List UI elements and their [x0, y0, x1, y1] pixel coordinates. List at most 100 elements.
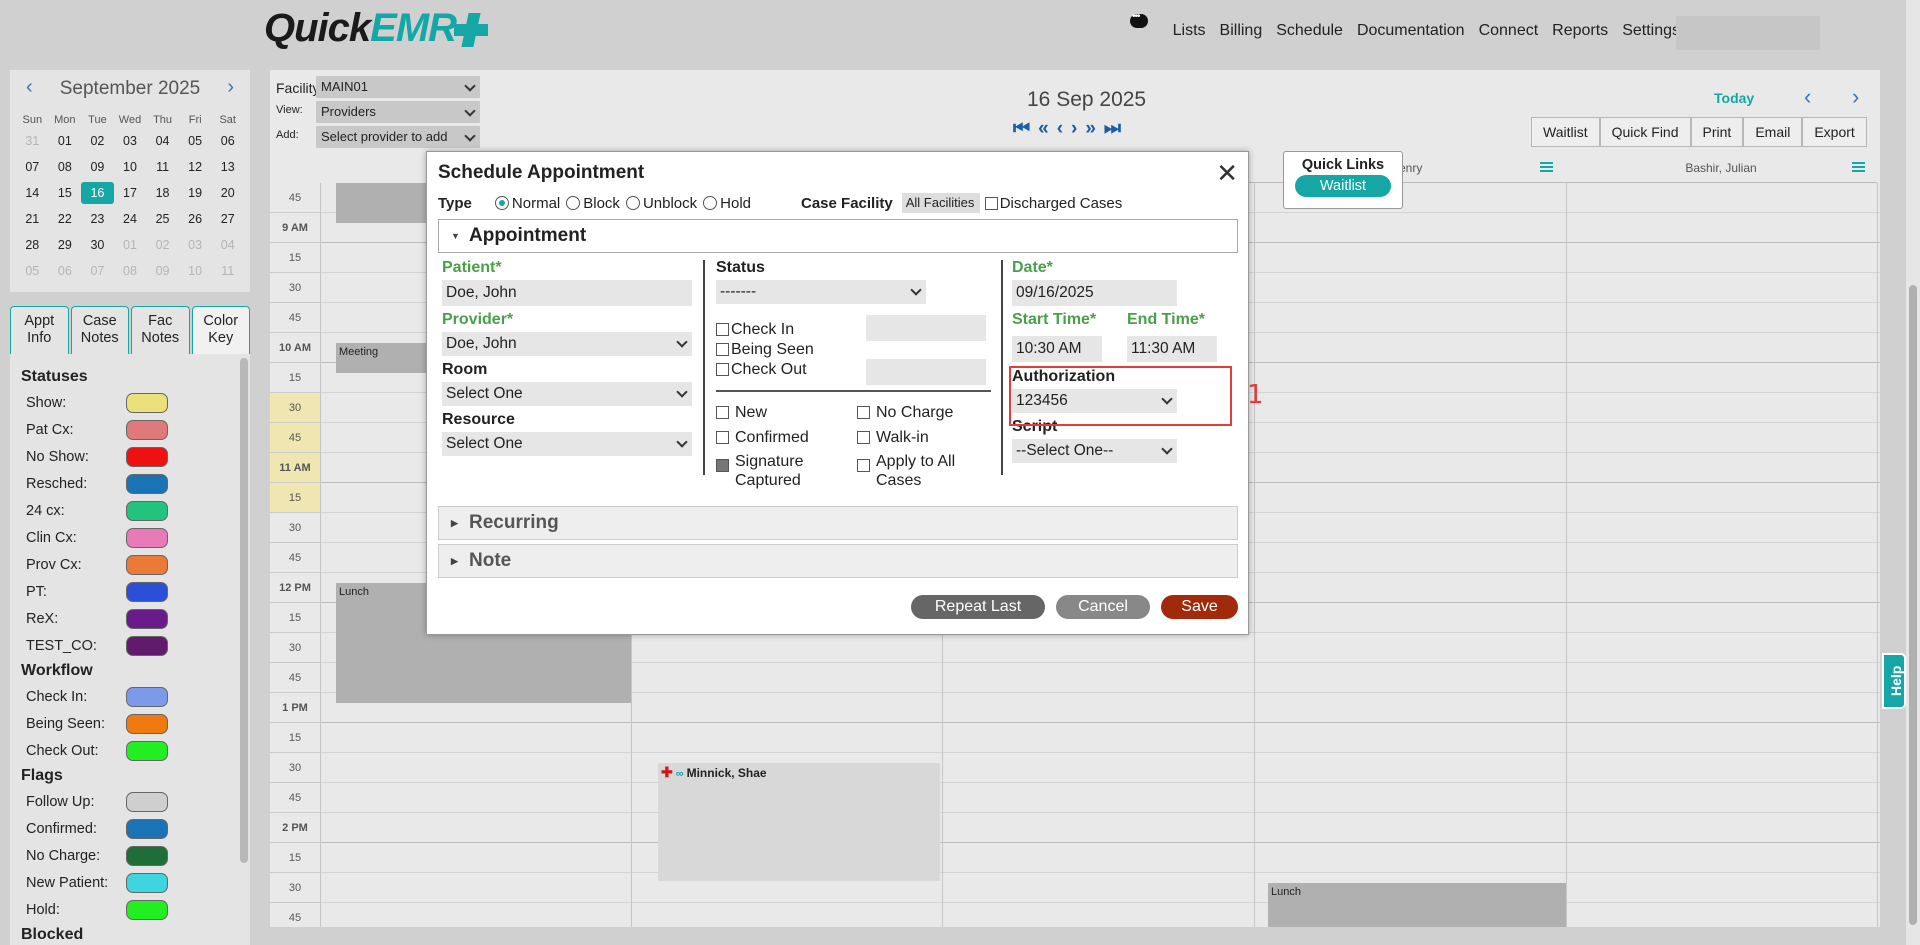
calendar-day[interactable]: 02: [146, 234, 179, 256]
calendar-day[interactable]: 05: [179, 130, 212, 152]
status-select[interactable]: -------: [716, 280, 926, 304]
color-swatch[interactable]: [126, 447, 168, 467]
resource-select[interactable]: Select One: [442, 432, 692, 456]
calendar-day[interactable]: 01: [114, 234, 147, 256]
calendar-day[interactable]: 11: [146, 156, 179, 178]
calendar-day[interactable]: 20: [211, 182, 244, 204]
lunch-block[interactable]: Lunch: [1268, 883, 1566, 927]
case-facility-select[interactable]: All Facilities: [901, 193, 980, 213]
calendar-day[interactable]: 06: [211, 130, 244, 152]
calendar-day[interactable]: 09: [146, 260, 179, 282]
color-swatch[interactable]: [126, 741, 168, 761]
back-icon[interactable]: ‹: [1057, 118, 1071, 139]
fast-back-icon[interactable]: «: [1038, 118, 1057, 139]
nav-item[interactable]: Documentation: [1357, 22, 1465, 40]
apply-to-all-cases-checkbox[interactable]: Apply to All Cases: [857, 452, 955, 490]
user-menu[interactable]: [1676, 16, 1820, 50]
provider-select[interactable]: Doe, John: [442, 332, 692, 356]
patient-input[interactable]: Doe, John: [442, 280, 692, 306]
room-select[interactable]: Select One: [442, 382, 692, 406]
nav-item[interactable]: Reports: [1552, 22, 1608, 40]
calendar-day[interactable]: 22: [49, 208, 82, 230]
color-swatch[interactable]: [126, 420, 168, 440]
type-radio-normal[interactable]: Normal: [494, 195, 560, 212]
calendar-day[interactable]: 10: [114, 156, 147, 178]
color-swatch[interactable]: [126, 474, 168, 494]
nav-item[interactable]: Connect: [1479, 22, 1539, 40]
calendar-day[interactable]: 25: [146, 208, 179, 230]
chat-icon[interactable]: [1130, 11, 1148, 28]
color-swatch[interactable]: [126, 792, 168, 812]
type-radio-block[interactable]: Block: [566, 195, 620, 212]
check-in-time-field[interactable]: [866, 315, 986, 341]
calendar-day[interactable]: 16: [81, 182, 114, 204]
color-swatch[interactable]: [126, 900, 168, 920]
toolbar-button[interactable]: Export: [1802, 117, 1867, 147]
first-icon[interactable]: ⏮: [1013, 118, 1038, 139]
calendar-day[interactable]: 28: [16, 234, 49, 256]
calendar-day[interactable]: 03: [179, 234, 212, 256]
calendar-day[interactable]: 04: [146, 130, 179, 152]
calendar-day[interactable]: 04: [211, 234, 244, 256]
next-day-icon[interactable]: ›: [1852, 84, 1859, 110]
color-key-scrollbar[interactable]: [240, 358, 248, 863]
calendar-day[interactable]: 03: [114, 130, 147, 152]
calendar-day[interactable]: 13: [211, 156, 244, 178]
last-icon[interactable]: ⏭: [1104, 118, 1129, 139]
calendar-day[interactable]: 07: [81, 260, 114, 282]
today-link[interactable]: Today: [1714, 90, 1754, 106]
confirmed-checkbox[interactable]: Confirmed: [716, 428, 809, 447]
calendar-day[interactable]: 09: [81, 156, 114, 178]
color-swatch[interactable]: [126, 555, 168, 575]
color-swatch[interactable]: [126, 393, 168, 413]
calendar-day[interactable]: 21: [16, 208, 49, 230]
toolbar-button[interactable]: Waitlist: [1531, 117, 1600, 147]
script-select[interactable]: --Select One--: [1012, 439, 1177, 463]
calendar-day[interactable]: 05: [16, 260, 49, 282]
close-icon[interactable]: ✕: [1216, 158, 1238, 189]
next-month-icon[interactable]: ›: [227, 76, 234, 99]
recurring-section-header[interactable]: ▶ Recurring: [438, 506, 1238, 540]
nav-item[interactable]: Schedule: [1276, 22, 1343, 40]
calendar-day[interactable]: 31: [16, 130, 49, 152]
end-time-input[interactable]: 11:30 AM: [1127, 336, 1217, 362]
calendar-day[interactable]: 10: [179, 260, 212, 282]
calendar-day[interactable]: 24: [114, 208, 147, 230]
side-tab[interactable]: Case Notes: [70, 306, 129, 354]
color-swatch[interactable]: [126, 873, 168, 893]
type-radio-hold[interactable]: Hold: [703, 195, 751, 212]
view-select[interactable]: Providers: [316, 101, 480, 123]
nav-item[interactable]: Billing: [1220, 22, 1263, 40]
start-time-input[interactable]: 10:30 AM: [1012, 336, 1102, 362]
menu-icon[interactable]: [1540, 162, 1553, 172]
color-swatch[interactable]: [126, 636, 168, 656]
nav-item[interactable]: Lists: [1173, 22, 1206, 40]
color-swatch[interactable]: [126, 501, 168, 521]
calendar-day[interactable]: 15: [49, 182, 82, 204]
side-tab[interactable]: Appt Info: [10, 306, 69, 354]
walk-in-checkbox[interactable]: Walk-in: [857, 428, 929, 447]
color-swatch[interactable]: [126, 582, 168, 602]
check-out-time-field[interactable]: [866, 359, 986, 385]
appointment-section-header[interactable]: ▼ Appointment: [438, 219, 1238, 253]
calendar-day[interactable]: 01: [49, 130, 82, 152]
fast-forward-icon[interactable]: »: [1085, 118, 1104, 139]
calendar-day[interactable]: 18: [146, 182, 179, 204]
prev-day-icon[interactable]: ‹: [1804, 84, 1811, 110]
toolbar-button[interactable]: Quick Find: [1599, 117, 1691, 147]
calendar-day[interactable]: 14: [16, 182, 49, 204]
page-scrollbar[interactable]: [1906, 0, 1920, 945]
calendar-day[interactable]: 08: [114, 260, 147, 282]
menu-icon[interactable]: [1852, 162, 1865, 172]
new-checkbox[interactable]: New: [716, 403, 767, 422]
scrollbar-thumb[interactable]: [1909, 285, 1917, 925]
side-tab[interactable]: Color Key: [191, 306, 250, 354]
calendar-day[interactable]: 26: [179, 208, 212, 230]
calendar-day[interactable]: 30: [81, 234, 114, 256]
check-in-checkbox[interactable]: Check In: [716, 320, 794, 339]
color-swatch[interactable]: [126, 846, 168, 866]
facility-select[interactable]: MAIN01: [316, 76, 480, 98]
color-swatch[interactable]: [126, 609, 168, 629]
type-radio-unblock[interactable]: Unblock: [625, 195, 697, 212]
discharged-cases-checkbox[interactable]: Discharged Cases: [984, 195, 1122, 212]
